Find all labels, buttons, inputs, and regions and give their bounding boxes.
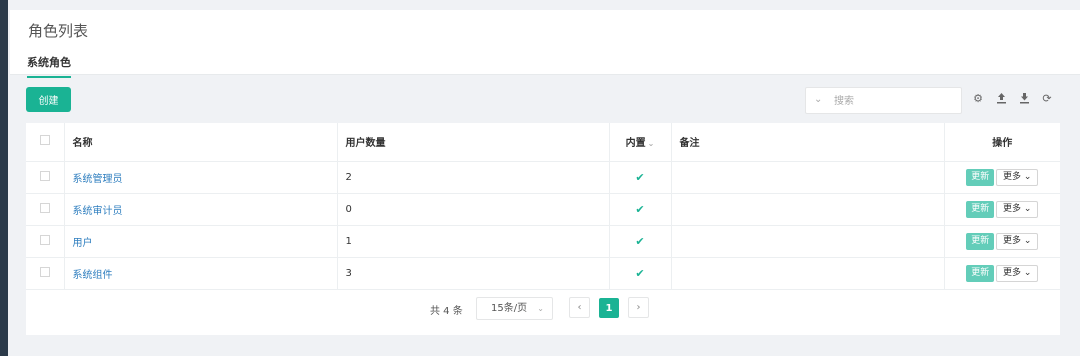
total-count: 共 4 条 bbox=[430, 306, 463, 317]
next-page-button[interactable]: › bbox=[628, 297, 649, 318]
user-count-cell: 0 bbox=[337, 193, 610, 226]
select-all-cell bbox=[26, 123, 65, 162]
chevron-down-icon: ⌄ bbox=[1023, 267, 1032, 278]
header-name[interactable]: 名称 bbox=[64, 123, 338, 162]
table-row: 系统管理员 2 ✔ 更新 更多 ⌄ bbox=[26, 161, 1060, 194]
page: 角色列表 系统角色 创建 ⌄ ⚙ ⟳ 名称 用户数量 bbox=[8, 0, 1080, 356]
chevron-down-icon: ⌄ bbox=[1023, 171, 1032, 182]
select-all-checkbox[interactable] bbox=[39, 135, 50, 146]
more-label: 更多 bbox=[1003, 267, 1022, 278]
header-builtin[interactable]: 内置 ⌄ bbox=[609, 123, 672, 162]
note-cell bbox=[671, 225, 945, 258]
create-button[interactable]: 创建 bbox=[26, 87, 71, 112]
table-row: 系统组件 3 ✔ 更新 更多 ⌄ bbox=[26, 257, 1060, 290]
prev-page-button[interactable]: ‹ bbox=[569, 297, 590, 318]
page-title: 角色列表 bbox=[28, 22, 89, 40]
roles-table-card: 名称 用户数量 内置 ⌄ 备注 操作 系统管理员 2 ✔ 更新 更多 ⌄ 系统审… bbox=[26, 123, 1060, 335]
check-icon: ✔ bbox=[635, 266, 645, 280]
download-icon[interactable] bbox=[1018, 92, 1030, 106]
role-name-link[interactable]: 系统组件 bbox=[73, 270, 113, 281]
role-name-link[interactable]: 用户 bbox=[73, 238, 93, 249]
table-header-row: 名称 用户数量 内置 ⌄ 备注 操作 bbox=[26, 123, 1060, 162]
left-sidebar-edge bbox=[0, 0, 8, 356]
chevron-down-icon: ⌄ bbox=[1023, 203, 1032, 214]
user-count-cell: 1 bbox=[337, 225, 610, 258]
more-label: 更多 bbox=[1003, 171, 1022, 182]
more-dropdown[interactable]: 更多 ⌄ bbox=[996, 168, 1039, 186]
update-button[interactable]: 更新 bbox=[966, 168, 995, 186]
table-row: 系统审计员 0 ✔ 更新 更多 ⌄ bbox=[26, 193, 1060, 226]
filter-caret-icon[interactable]: ⌄ bbox=[648, 139, 655, 148]
update-button[interactable]: 更新 bbox=[966, 232, 995, 250]
search-box[interactable]: ⌄ bbox=[805, 87, 962, 114]
check-icon: ✔ bbox=[635, 234, 645, 248]
current-page-button[interactable]: 1 bbox=[599, 298, 619, 318]
table-row: 用户 1 ✔ 更新 更多 ⌄ bbox=[26, 225, 1060, 258]
page-size-label: 15条/页 bbox=[491, 303, 528, 314]
toolbar: 创建 ⌄ ⚙ ⟳ bbox=[10, 75, 1080, 123]
more-dropdown[interactable]: 更多 ⌄ bbox=[996, 232, 1039, 250]
header-ops: 操作 bbox=[944, 123, 1060, 162]
row-checkbox[interactable] bbox=[39, 234, 50, 245]
more-label: 更多 bbox=[1003, 235, 1022, 246]
pagination: 共 4 条 15条/页 ⌄ ‹ 1 › bbox=[26, 289, 1060, 329]
more-dropdown[interactable]: 更多 ⌄ bbox=[996, 264, 1039, 282]
row-checkbox[interactable] bbox=[39, 266, 50, 277]
roles-table: 名称 用户数量 内置 ⌄ 备注 操作 系统管理员 2 ✔ 更新 更多 ⌄ 系统审… bbox=[26, 123, 1060, 290]
header-builtin-label: 内置 bbox=[625, 138, 646, 150]
row-checkbox[interactable] bbox=[39, 170, 50, 181]
row-checkbox[interactable] bbox=[39, 202, 50, 213]
chevron-down-icon: ⌄ bbox=[537, 304, 544, 313]
user-count-cell: 2 bbox=[337, 161, 610, 194]
update-button[interactable]: 更新 bbox=[966, 200, 995, 218]
header-user-count[interactable]: 用户数量 bbox=[337, 123, 610, 162]
more-label: 更多 bbox=[1003, 203, 1022, 214]
role-name-link[interactable]: 系统管理员 bbox=[73, 174, 123, 185]
note-cell bbox=[671, 161, 945, 194]
page-header: 角色列表 系统角色 bbox=[10, 10, 1080, 78]
note-cell bbox=[671, 193, 945, 226]
more-dropdown[interactable]: 更多 ⌄ bbox=[996, 200, 1039, 218]
chevron-down-icon[interactable]: ⌄ bbox=[814, 94, 822, 105]
role-name-link[interactable]: 系统审计员 bbox=[73, 206, 123, 217]
upload-icon[interactable] bbox=[995, 92, 1007, 106]
toolbar-icons: ⚙ ⟳ bbox=[972, 92, 1053, 106]
page-size-select[interactable]: 15条/页 ⌄ bbox=[476, 297, 553, 320]
check-icon: ✔ bbox=[635, 202, 645, 216]
note-cell bbox=[671, 257, 945, 290]
search-input[interactable] bbox=[834, 92, 954, 110]
gear-icon[interactable]: ⚙ bbox=[972, 92, 984, 106]
chevron-down-icon: ⌄ bbox=[1023, 235, 1032, 246]
user-count-cell: 3 bbox=[337, 257, 610, 290]
header-note: 备注 bbox=[671, 123, 945, 162]
update-button[interactable]: 更新 bbox=[966, 264, 995, 282]
refresh-icon[interactable]: ⟳ bbox=[1041, 92, 1053, 106]
check-icon: ✔ bbox=[635, 170, 645, 184]
